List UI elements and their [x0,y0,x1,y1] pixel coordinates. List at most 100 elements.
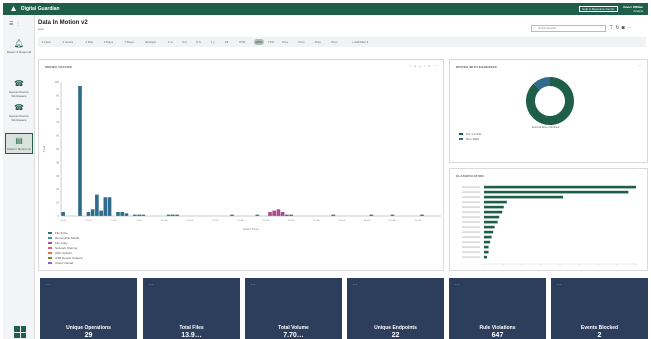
chart-bar[interactable] [484,235,492,239]
chart-bar[interactable] [272,210,277,216]
filter-chip[interactable]: 1 Hour [42,39,51,45]
panel-menu-icon[interactable]: ⋯ [638,63,642,68]
chart-bar[interactable] [107,197,112,216]
category-label-placeholder [462,231,480,233]
chart-bar[interactable] [484,195,564,199]
collapse-icon[interactable]: ⋮ [15,21,22,27]
legend-swatch [48,232,52,235]
filter-chip[interactable]: QTD [253,39,264,45]
chart-bar[interactable] [268,211,272,216]
series-bars [61,86,424,216]
legend-item[interactable]: Cloud Upload [48,261,83,266]
filter-chip[interactable]: 1 y [211,39,215,45]
kpi-label: Unique Endpoints [374,325,417,331]
more-icon[interactable]: ⋯ [46,282,50,287]
kpi-value: 22 [391,332,400,339]
chart-bar[interactable] [95,194,99,216]
chart-bar[interactable] [484,210,503,214]
chart-bar[interactable] [484,245,489,249]
chart-bar[interactable] [484,185,636,189]
kpi-rule-violations[interactable]: ⋯ Rule Violations 647 [449,278,546,339]
chart-bar[interactable] [86,211,91,216]
filter-chip[interactable]: 1 Day [85,39,93,45]
kpi-unique-endpoints[interactable]: ⋯ Unique Endpoints 22 [347,278,444,339]
kpi-label: Unique Operations [66,325,111,331]
chart-bar[interactable] [280,211,285,216]
sidebar-item-detect[interactable]: 🔔︎ Detect & Respond [5,39,33,54]
filter-chip[interactable]: Prev [315,39,321,45]
filter-chip[interactable]: 2 Days [104,39,113,45]
help-button[interactable]: Help & Resource Center [579,6,618,12]
sidebar-item-egress-1[interactable]: ☎ Egress Events Workspace [5,79,33,98]
series-chart: 0 10 20 30 40 50 60 70 80 90 100 Total Event Time 01:… [42,81,441,231]
filter-chip[interactable]: RTD [239,39,245,45]
filter-chip[interactable]: Prev [282,39,288,45]
sidebar-item-label: Egress Events Workspace [9,114,29,122]
chart-bar[interactable] [484,190,629,194]
legend-label: File Drive [55,231,68,235]
y-tick-label: 0 [58,215,60,218]
sidebar-item-egress-2[interactable]: ☎ Egress Events Workspace [5,103,33,122]
more-icon[interactable]: ⋯ [149,282,153,287]
add-filter-button[interactable]: + Add filter ▾ [352,39,369,45]
chart-bar[interactable] [484,255,488,259]
filter-chip[interactable]: 30 Days [145,39,156,45]
chart-bar[interactable] [124,213,129,216]
y-tick-label: 60 [56,135,59,138]
filter-chip[interactable]: 4 Hours [63,39,74,45]
more-icon[interactable]: ⋯ [353,282,357,287]
apps-grid-icon[interactable] [14,326,26,338]
category-label-placeholder [462,196,480,198]
chart-bar[interactable] [276,209,281,216]
panel-title: DRIVES WITH EGRESSES [456,65,498,69]
y-tick-label: 20 [56,188,59,191]
chart-bar[interactable] [484,240,491,244]
filter-chip[interactable]: Prev [299,39,305,45]
sidebar-item-data-in-motion[interactable]: ▤ Data In Motion v2 [5,133,33,154]
panel-menu-icon[interactable]: ⋯ [638,172,642,177]
chart-bar[interactable] [484,215,500,219]
more-icon[interactable]: ⋯ [627,25,634,31]
kpi-events-blocked[interactable]: ⋯ Events Blocked 2 [551,278,648,339]
chart-bar[interactable] [90,209,95,216]
chart-bar[interactable] [484,225,495,229]
chart-bar[interactable] [78,86,82,216]
chart-bar[interactable] [116,211,120,216]
filter-chip[interactable]: Prev [331,39,337,45]
kpi-unique-operations[interactable]: ⋯ Unique Operations 29 [40,278,137,339]
series-legend: File Drive Removable Media File Copy Networ… [48,231,83,266]
chart-bar[interactable] [61,211,65,216]
legend-swatch [48,237,52,240]
donut-chart [526,77,574,125]
chart-bar[interactable] [103,197,108,216]
chart-bar[interactable] [484,250,489,254]
kpi-total-volume[interactable]: ⋯ Total Volume 7.70… [245,278,342,339]
x-tick-label: 55:00b [389,220,396,222]
chart-bar[interactable] [484,200,507,204]
category-label-placeholder [462,246,480,248]
chart-bar[interactable] [484,230,494,234]
filter-chip[interactable]: YTD [268,39,274,45]
filter-chip[interactable]: 3 m [182,39,187,45]
chart-bar[interactable] [484,220,498,224]
more-icon[interactable]: ⋯ [557,282,561,287]
sidebar-item-label: Data In Motion v2 [7,147,31,151]
kpi-value: 2 [597,332,602,339]
filter-chip[interactable]: All [225,39,228,45]
filter-chip[interactable]: 7 Days [124,39,133,45]
more-icon[interactable]: ⋯ [251,282,255,287]
chart-bar[interactable] [120,211,125,216]
legend-item[interactable]: Non 1000 [459,137,481,142]
sidebar-toolbar: ☰⋮ [9,21,22,27]
more-icon[interactable]: ⋯ [455,282,459,287]
search-input[interactable]: ⌕ Quick Search [531,25,606,32]
filter-chip[interactable]: 1 m [168,39,173,45]
search-icon: ⌕ [533,26,535,30]
chart-bar[interactable] [484,205,504,209]
y-tick-label: 40 [56,161,59,164]
kpi-total-files[interactable]: ⋯ Total Files 13.9… [143,278,240,339]
x-tick-label: 01:00b [161,220,168,222]
chart-bar[interactable] [99,210,103,216]
user-menu[interactable]: Xavier DRMan Analyst [623,5,643,13]
filter-chip[interactable]: 6 m [196,39,201,45]
